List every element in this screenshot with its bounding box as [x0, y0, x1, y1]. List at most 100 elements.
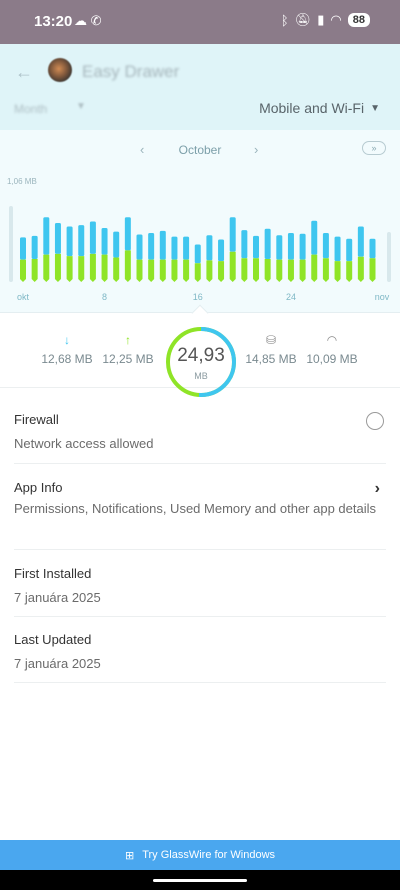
upload-bar[interactable]	[101, 254, 108, 282]
download-bar[interactable]	[113, 231, 120, 258]
upload-bar[interactable]	[194, 263, 201, 282]
upload-bar[interactable]	[171, 259, 178, 282]
download-value: 12,68 MB	[41, 352, 93, 366]
app-info-title: App Info	[14, 480, 63, 495]
status-bar: 13:20 ☁ ✆ ᛒ 🔕︎ ▮ ◠ 88	[0, 0, 400, 44]
download-bar[interactable]	[276, 235, 283, 260]
app-header: ← Easy Drawer Month ▼ Mobile and Wi-Fi ▼	[0, 44, 400, 130]
upload-value: 12,25 MB	[102, 352, 154, 366]
download-bar[interactable]	[218, 239, 225, 262]
cell-tower-icon: ⛁	[265, 333, 277, 347]
upload-bar[interactable]	[54, 253, 61, 282]
upload-bar[interactable]	[264, 258, 271, 282]
download-bar[interactable]	[136, 234, 143, 260]
network-select[interactable]: Mobile and Wi-Fi ▼	[259, 100, 380, 116]
navigation-bar	[0, 870, 400, 890]
next-month-icon[interactable]: ›	[254, 142, 258, 157]
download-bar[interactable]	[311, 220, 318, 255]
upload-bar[interactable]	[357, 256, 364, 282]
download-bar[interactable]	[101, 228, 108, 255]
upload-bar[interactable]	[229, 251, 236, 282]
promo-banner[interactable]: ⊞ Try GlassWire for Windows	[0, 840, 400, 870]
y-axis-max-label: 1,06 MB	[7, 177, 37, 186]
download-bar[interactable]	[287, 233, 294, 260]
firewall-toggle[interactable]	[366, 412, 384, 430]
notification-icons: ☁ ✆	[74, 13, 102, 29]
download-bar[interactable]	[124, 217, 131, 251]
home-handle[interactable]	[153, 879, 247, 882]
download-bar[interactable]	[171, 236, 178, 260]
upload-bar[interactable]	[78, 256, 85, 282]
cloud-icon: ☁	[74, 13, 87, 28]
download-bar[interactable]	[43, 217, 50, 255]
upload-bar[interactable]	[136, 259, 143, 282]
upload-bar[interactable]	[113, 257, 120, 282]
download-bar[interactable]	[369, 238, 376, 259]
upload-bar[interactable]	[89, 253, 96, 282]
download-bar[interactable]	[159, 230, 166, 260]
app-info-description: Permissions, Notifications, Used Memory …	[14, 501, 376, 516]
status-time: 13:20	[34, 13, 73, 30]
upload-bar[interactable]	[20, 259, 26, 282]
upload-bar[interactable]	[148, 259, 155, 282]
chevron-right-icon: ›	[374, 480, 380, 497]
status-right: ᛒ 🔕︎ ▮ ◠ 88	[281, 12, 370, 28]
wifi-signal-icon: ◠	[326, 333, 338, 347]
last-updated-title: Last Updated	[14, 632, 92, 647]
upload-bar[interactable]	[31, 258, 38, 282]
download-bar[interactable]	[31, 235, 38, 259]
upload-bar[interactable]	[206, 260, 213, 282]
download-bar[interactable]	[299, 233, 306, 260]
upload-stat: ↑ 12,25 MB	[93, 332, 163, 366]
period-caret-icon: ▼	[76, 101, 86, 112]
download-bar[interactable]	[148, 233, 155, 260]
total-value: 24,93	[177, 345, 225, 366]
download-bar[interactable]	[322, 233, 329, 259]
back-arrow-icon[interactable]: ←	[15, 62, 33, 83]
upload-bar[interactable]	[159, 259, 166, 282]
download-bar[interactable]	[334, 236, 341, 262]
upload-bar[interactable]	[322, 258, 329, 282]
firewall-status: Network access allowed	[14, 436, 154, 451]
download-bar[interactable]	[241, 230, 248, 259]
download-bar[interactable]	[89, 221, 96, 254]
upload-bar[interactable]	[346, 261, 353, 282]
usage-chart[interactable]: 1,06 MB okt 8 16 24 nov	[0, 170, 400, 310]
download-bar[interactable]	[194, 244, 201, 264]
fast-forward-button[interactable]: »	[362, 141, 386, 155]
download-bar[interactable]	[20, 237, 26, 260]
download-bar[interactable]	[66, 226, 73, 257]
upload-bar[interactable]	[276, 259, 283, 282]
download-bar[interactable]	[78, 225, 85, 257]
download-stat: ↓ 12,68 MB	[32, 332, 102, 366]
download-bar[interactable]	[206, 235, 213, 261]
upload-bar[interactable]	[183, 259, 190, 282]
upload-bar[interactable]	[287, 259, 294, 282]
windows-logo-icon: ⊞	[124, 849, 135, 862]
download-bar[interactable]	[229, 217, 236, 252]
upload-bar[interactable]	[43, 254, 50, 282]
download-bar[interactable]	[357, 226, 364, 257]
download-bar[interactable]	[253, 235, 259, 259]
download-bar[interactable]	[264, 228, 271, 259]
upload-bar[interactable]	[369, 258, 376, 282]
upload-bar[interactable]	[311, 254, 318, 282]
period-select[interactable]: Month	[14, 102, 47, 116]
download-bar[interactable]	[346, 238, 353, 262]
app-info-item[interactable]: App Info Permissions, Notifications, Use…	[14, 480, 386, 550]
traffic-summary: ↓ 12,68 MB ↑ 12,25 MB 24,93 MB ⛁ 14,85 M…	[0, 314, 400, 397]
download-bar[interactable]	[183, 236, 190, 260]
last-updated-date: 7 januára 2025	[14, 656, 101, 671]
firewall-item[interactable]: Firewall Network access allowed	[14, 412, 386, 464]
upload-bar[interactable]	[241, 258, 248, 282]
upload-bar[interactable]	[218, 261, 225, 282]
upload-bar[interactable]	[124, 250, 131, 282]
upload-bar[interactable]	[299, 259, 306, 282]
upload-bar[interactable]	[66, 256, 73, 282]
viber-icon: ✆	[90, 13, 102, 28]
x-tick-label: 16	[193, 292, 203, 302]
upload-bar[interactable]	[253, 258, 259, 282]
dropdown-caret-icon: ▼	[370, 102, 380, 114]
download-bar[interactable]	[54, 222, 61, 254]
upload-bar[interactable]	[334, 261, 341, 282]
